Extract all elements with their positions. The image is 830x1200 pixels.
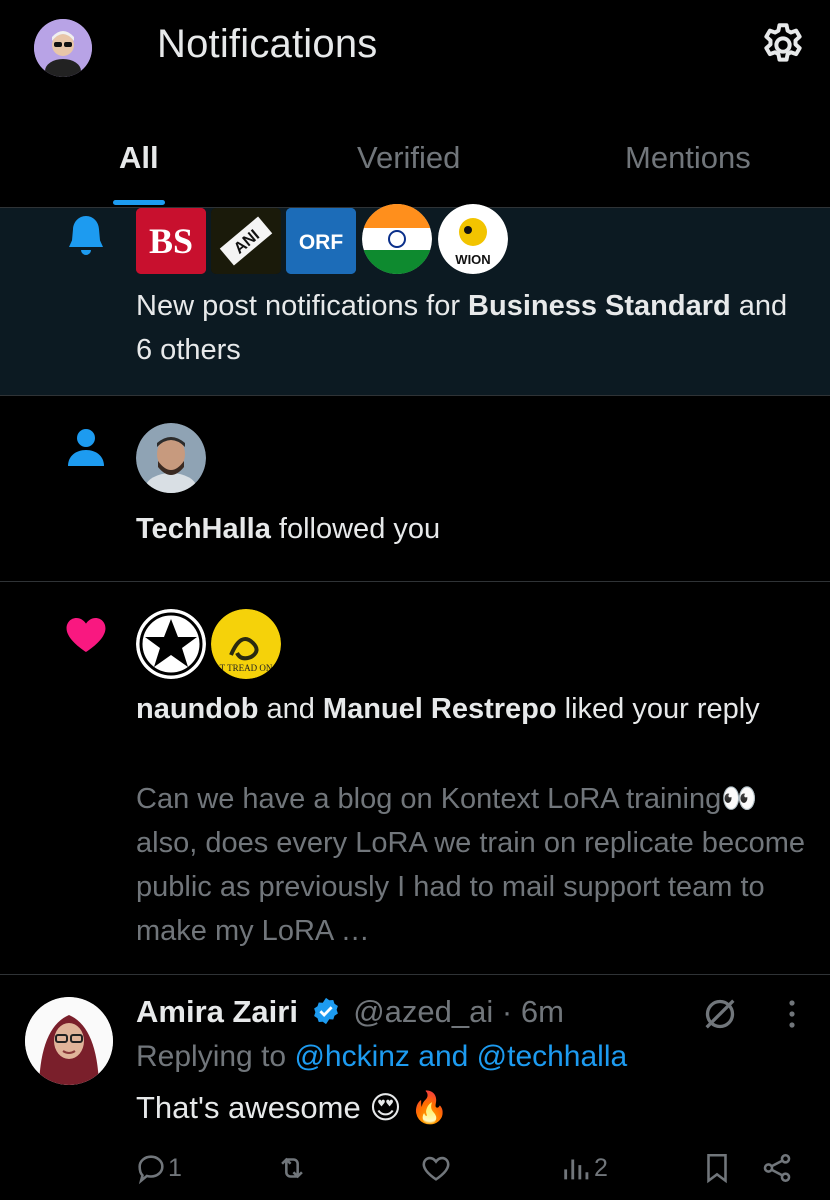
share-icon (763, 1153, 791, 1183)
view-count: 2 (594, 1153, 608, 1182)
active-tab-indicator (113, 200, 165, 205)
tab-mentions[interactable]: Mentions (625, 140, 751, 176)
svg-text:T TREAD ON: T TREAD ON (220, 663, 273, 673)
avatar[interactable]: WION (438, 204, 508, 274)
notification-text: naundob and Manuel Restrepo liked your r… (136, 687, 796, 731)
reply-mentions[interactable]: @hckinz and @techhalla (294, 1040, 627, 1073)
notification-new-post[interactable]: BS ANI ORF WION New post notifications f… (0, 204, 830, 396)
share-button[interactable] (760, 1150, 794, 1186)
header: Notifications All Verified Mentions (0, 0, 830, 208)
notification-follow[interactable]: TechHalla followed you (0, 396, 830, 582)
verified-badge-icon (311, 996, 341, 1036)
author-handle[interactable]: @azed_ai (353, 994, 493, 1029)
tweet-text: That's awesome 😍 🔥 (136, 1090, 449, 1125)
tab-verified[interactable]: Verified (357, 140, 460, 176)
notification-text: TechHalla followed you (136, 507, 796, 551)
account-name[interactable]: TechHalla (136, 513, 271, 545)
views-button[interactable]: 2 (560, 1150, 608, 1186)
retweet-button[interactable] (275, 1150, 309, 1186)
tab-all[interactable]: All (119, 140, 159, 176)
account-name[interactable]: Manuel Restrepo (323, 693, 557, 725)
retweet-icon (281, 1157, 303, 1179)
heart-icon (62, 610, 112, 660)
bookmark-icon (707, 1153, 727, 1184)
notification-text: New post notifications for Business Stan… (136, 284, 796, 372)
svg-text:WION: WION (455, 252, 490, 267)
avatar[interactable] (25, 997, 113, 1085)
avatar[interactable]: T TREAD ON (211, 609, 281, 679)
avatar[interactable] (362, 204, 432, 274)
bookmark-button[interactable] (700, 1150, 734, 1186)
timestamp[interactable]: 6m (521, 994, 564, 1029)
replying-to: Replying to @hckinz and @techhalla (136, 1037, 627, 1077)
profile-avatar[interactable] (34, 19, 92, 77)
gear-icon[interactable] (758, 20, 808, 70)
avatar[interactable] (136, 609, 206, 679)
tweet-header: Amira Zairi @azed_ai · 6m (136, 992, 564, 1036)
replying-prefix: Replying to (136, 1040, 295, 1073)
more-options-icon[interactable] (780, 998, 804, 1032)
reply-count: 1 (168, 1153, 182, 1182)
svg-text:BS: BS (149, 221, 193, 261)
reply-icon (138, 1155, 164, 1185)
separator: · (493, 994, 521, 1029)
analytics-icon (564, 1159, 589, 1180)
avatar[interactable]: BS (136, 208, 206, 274)
text-suffix: followed you (270, 513, 441, 545)
heart-outline-icon (422, 1156, 450, 1181)
account-name[interactable]: naundob (136, 693, 258, 725)
text-and: and (258, 693, 323, 725)
tweet-actions: 1 2 (0, 1142, 830, 1192)
bell-icon (62, 212, 112, 262)
notification-like[interactable]: T TREAD ON naundob and Manuel Restrepo l… (0, 582, 830, 975)
author-name[interactable]: Amira Zairi (136, 994, 298, 1029)
text-suffix: liked your reply (556, 693, 760, 725)
svg-text:ORF: ORF (299, 231, 344, 254)
page-title: Notifications (157, 22, 378, 66)
text-prefix: New post notifications for (136, 290, 469, 322)
grok-icon[interactable] (700, 994, 740, 1034)
avatar[interactable]: ORF (286, 208, 356, 274)
person-icon (62, 424, 112, 474)
reply-button[interactable]: 1 (134, 1150, 182, 1186)
avatar[interactable]: ANI (211, 208, 281, 274)
tab-bar: All Verified Mentions (0, 130, 830, 208)
avatar[interactable] (136, 423, 206, 493)
reply-snippet[interactable]: Can we have a blog on Kontext LoRA train… (136, 777, 806, 953)
account-name[interactable]: Business Standard (468, 290, 731, 322)
like-button[interactable] (419, 1150, 453, 1186)
